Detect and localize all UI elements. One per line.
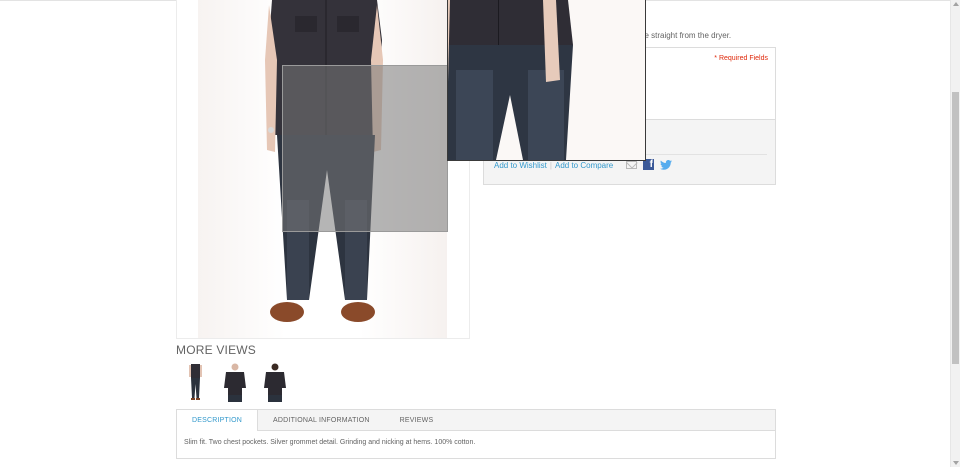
thumbnail-back-shirt-image [264, 363, 286, 402]
email-icon[interactable] [626, 160, 637, 169]
thumbnail-front-shirt-image [224, 363, 246, 402]
scroll-up-arrow-icon[interactable] [953, 2, 959, 6]
scroll-down-arrow-icon[interactable] [953, 461, 959, 465]
thumbnail-full-body-image [189, 364, 202, 400]
tab-bar: DESCRIPTION ADDITIONAL INFORMATION REVIE… [177, 410, 775, 431]
zoom-preview-window [447, 0, 646, 161]
tab-additional-information[interactable]: ADDITIONAL INFORMATION [258, 410, 385, 430]
short-description: ee straight from the dryer. [640, 31, 732, 40]
tab-description[interactable]: DESCRIPTION [177, 410, 259, 431]
thumbnail-back-shirt[interactable] [260, 362, 290, 402]
zoom-lens[interactable] [282, 65, 448, 232]
add-to-links: Add to Wishlist | Add to Compare [494, 161, 613, 170]
add-to-compare-link[interactable]: Add to Compare [555, 161, 613, 170]
more-views-thumbnails [180, 362, 290, 402]
product-tabs: DESCRIPTION ADDITIONAL INFORMATION REVIE… [176, 409, 776, 459]
twitter-icon[interactable] [660, 159, 672, 170]
required-fields-note: * Required Fields [714, 55, 768, 62]
thumbnail-full-body[interactable] [180, 362, 210, 402]
thumbnail-front-shirt[interactable] [220, 362, 250, 402]
tab-description-content: Slim fit. Two chest pockets. Silver grom… [184, 439, 476, 446]
add-to-wishlist-link[interactable]: Add to Wishlist [494, 161, 547, 170]
more-views-title: MORE VIEWS [176, 343, 257, 357]
product-main-image[interactable] [176, 0, 470, 339]
scrollbar-thumb[interactable] [952, 92, 959, 364]
vertical-scrollbar[interactable] [950, 0, 960, 467]
tab-reviews[interactable]: REVIEWS [385, 410, 449, 430]
link-separator: | [549, 161, 552, 170]
zoomed-model-figure [448, 0, 573, 160]
